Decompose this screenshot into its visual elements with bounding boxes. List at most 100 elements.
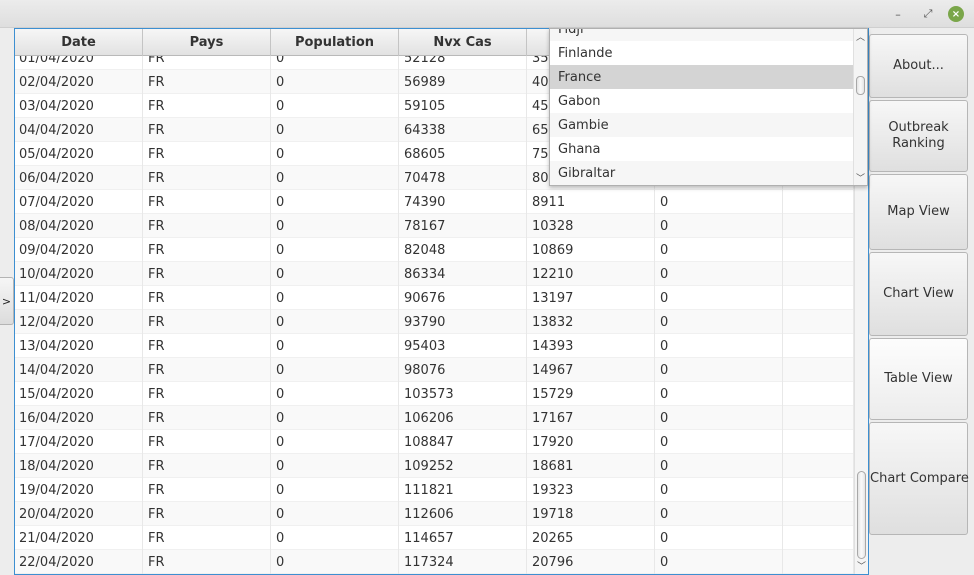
- table-cell: 07/04/2020: [15, 190, 143, 214]
- table-cell: 0: [271, 214, 399, 238]
- table-cell: FR: [143, 478, 271, 502]
- table-cell: 0: [655, 406, 783, 430]
- minimize-icon[interactable]: –: [890, 6, 906, 22]
- table-cell: 10869: [527, 238, 655, 262]
- table-cell: [783, 214, 854, 238]
- table-cell: 0: [655, 454, 783, 478]
- table-cell: 0: [655, 502, 783, 526]
- window-titlebar: – ⤢ ×: [0, 0, 974, 28]
- table-row[interactable]: 13/04/2020 FR 0 95403 14393 0: [15, 334, 854, 358]
- expand-panel-button[interactable]: >: [0, 277, 14, 325]
- table-row[interactable]: 21/04/2020 FR 0 114657 20265 0: [15, 526, 854, 550]
- table-cell: FR: [143, 502, 271, 526]
- table-row[interactable]: 14/04/2020 FR 0 98076 14967 0: [15, 358, 854, 382]
- about-button[interactable]: About...: [869, 34, 968, 98]
- table-cell: 0: [271, 118, 399, 142]
- table-cell: 18/04/2020: [15, 454, 143, 478]
- table-row[interactable]: 12/04/2020 FR 0 93790 13832 0: [15, 310, 854, 334]
- table-row[interactable]: 17/04/2020 FR 0 108847 17920 0: [15, 430, 854, 454]
- country-option[interactable]: Ghana: [550, 137, 853, 161]
- table-view-button[interactable]: Table View: [869, 338, 968, 420]
- table-row[interactable]: 11/04/2020 FR 0 90676 13197 0: [15, 286, 854, 310]
- table-cell: 02/04/2020: [15, 70, 143, 94]
- table-cell: 0: [271, 430, 399, 454]
- country-option[interactable]: Gabon: [550, 89, 853, 113]
- table-cell: 0: [655, 238, 783, 262]
- table-cell: FR: [143, 190, 271, 214]
- dropdown-scrollbar[interactable]: ︿ ﹀: [853, 29, 867, 185]
- table-row[interactable]: 19/04/2020 FR 0 111821 19323 0: [15, 478, 854, 502]
- country-options: Fidji Finlande France Gabon Gambie Ghana Gibra…: [550, 29, 853, 185]
- table-row[interactable]: 08/04/2020 FR 0 78167 10328 0: [15, 214, 854, 238]
- table-cell: 19323: [527, 478, 655, 502]
- column-header[interactable]: Nvx Cas: [399, 29, 527, 56]
- table-cell: 17167: [527, 406, 655, 430]
- country-option[interactable]: Fidji: [550, 29, 853, 41]
- table-row[interactable]: 15/04/2020 FR 0 103573 15729 0: [15, 382, 854, 406]
- maximize-icon[interactable]: ⤢: [920, 6, 936, 22]
- close-icon[interactable]: ×: [948, 6, 964, 22]
- table-cell: [783, 550, 854, 574]
- table-cell: 19/04/2020: [15, 478, 143, 502]
- table-row[interactable]: 16/04/2020 FR 0 106206 17167 0: [15, 406, 854, 430]
- table-cell: 56989: [399, 70, 527, 94]
- table-cell: 18681: [527, 454, 655, 478]
- table-row[interactable]: 07/04/2020 FR 0 74390 8911 0: [15, 190, 854, 214]
- country-option[interactable]: Gambie: [550, 113, 853, 137]
- scroll-down-icon[interactable]: ﹀: [857, 559, 866, 572]
- dropdown-scroll-up-icon[interactable]: ︿: [856, 30, 865, 43]
- table-cell: [783, 430, 854, 454]
- dropdown-scroll-down-icon[interactable]: ﹀: [856, 171, 865, 184]
- table-row[interactable]: 10/04/2020 FR 0 86334 12210 0: [15, 262, 854, 286]
- country-option[interactable]: France: [550, 65, 853, 89]
- table-cell: 06/04/2020: [15, 166, 143, 190]
- table-cell: 20265: [527, 526, 655, 550]
- table-row[interactable]: 22/04/2020 FR 0 117324 20796 0: [15, 550, 854, 574]
- table-cell: [783, 310, 854, 334]
- table-row[interactable]: 09/04/2020 FR 0 82048 10869 0: [15, 238, 854, 262]
- chart-view-button[interactable]: Chart View: [869, 252, 968, 336]
- table-cell: 20796: [527, 550, 655, 574]
- table-cell: 0: [271, 502, 399, 526]
- table-cell: 0: [271, 94, 399, 118]
- table-row[interactable]: 18/04/2020 FR 0 109252 18681 0: [15, 454, 854, 478]
- table-cell: 03/04/2020: [15, 94, 143, 118]
- chart-compare-button[interactable]: Chart Compare: [869, 422, 969, 535]
- table-cell: FR: [143, 286, 271, 310]
- table-cell: 13832: [527, 310, 655, 334]
- outbreak-ranking-button[interactable]: Outbreak Ranking: [869, 100, 968, 172]
- table-cell: 78167: [399, 214, 527, 238]
- table-cell: 95403: [399, 334, 527, 358]
- table-cell: FR: [143, 310, 271, 334]
- table-cell: 14967: [527, 358, 655, 382]
- table-cell: 17/04/2020: [15, 430, 143, 454]
- country-option[interactable]: Gibraltar: [550, 161, 853, 185]
- table-cell: [783, 238, 854, 262]
- table-cell: 0: [271, 310, 399, 334]
- table-cell: 74390: [399, 190, 527, 214]
- table-cell: FR: [143, 454, 271, 478]
- table-cell: 117324: [399, 550, 527, 574]
- table-cell: 90676: [399, 286, 527, 310]
- table-cell: FR: [143, 70, 271, 94]
- map-view-button[interactable]: Map View: [869, 174, 968, 250]
- table-cell: 0: [271, 142, 399, 166]
- table-cell: FR: [143, 526, 271, 550]
- scroll-thumb[interactable]: [857, 471, 866, 559]
- table-cell: 19718: [527, 502, 655, 526]
- table-cell: 12210: [527, 262, 655, 286]
- table-cell: 0: [655, 190, 783, 214]
- table-cell: 0: [271, 334, 399, 358]
- dropdown-scroll-thumb[interactable]: [856, 76, 865, 95]
- column-header[interactable]: Population: [271, 29, 399, 56]
- table-cell: 68605: [399, 142, 527, 166]
- table-cell: 0: [271, 70, 399, 94]
- table-cell: 106206: [399, 406, 527, 430]
- column-header[interactable]: Date: [15, 29, 143, 56]
- country-dropdown-list[interactable]: Fidji Finlande France Gabon Gambie Ghana Gibra…: [549, 28, 868, 186]
- table-row[interactable]: 20/04/2020 FR 0 112606 19718 0: [15, 502, 854, 526]
- table-cell: FR: [143, 334, 271, 358]
- country-option[interactable]: Finlande: [550, 41, 853, 65]
- table-cell: 11/04/2020: [15, 286, 143, 310]
- column-header[interactable]: Pays: [143, 29, 271, 56]
